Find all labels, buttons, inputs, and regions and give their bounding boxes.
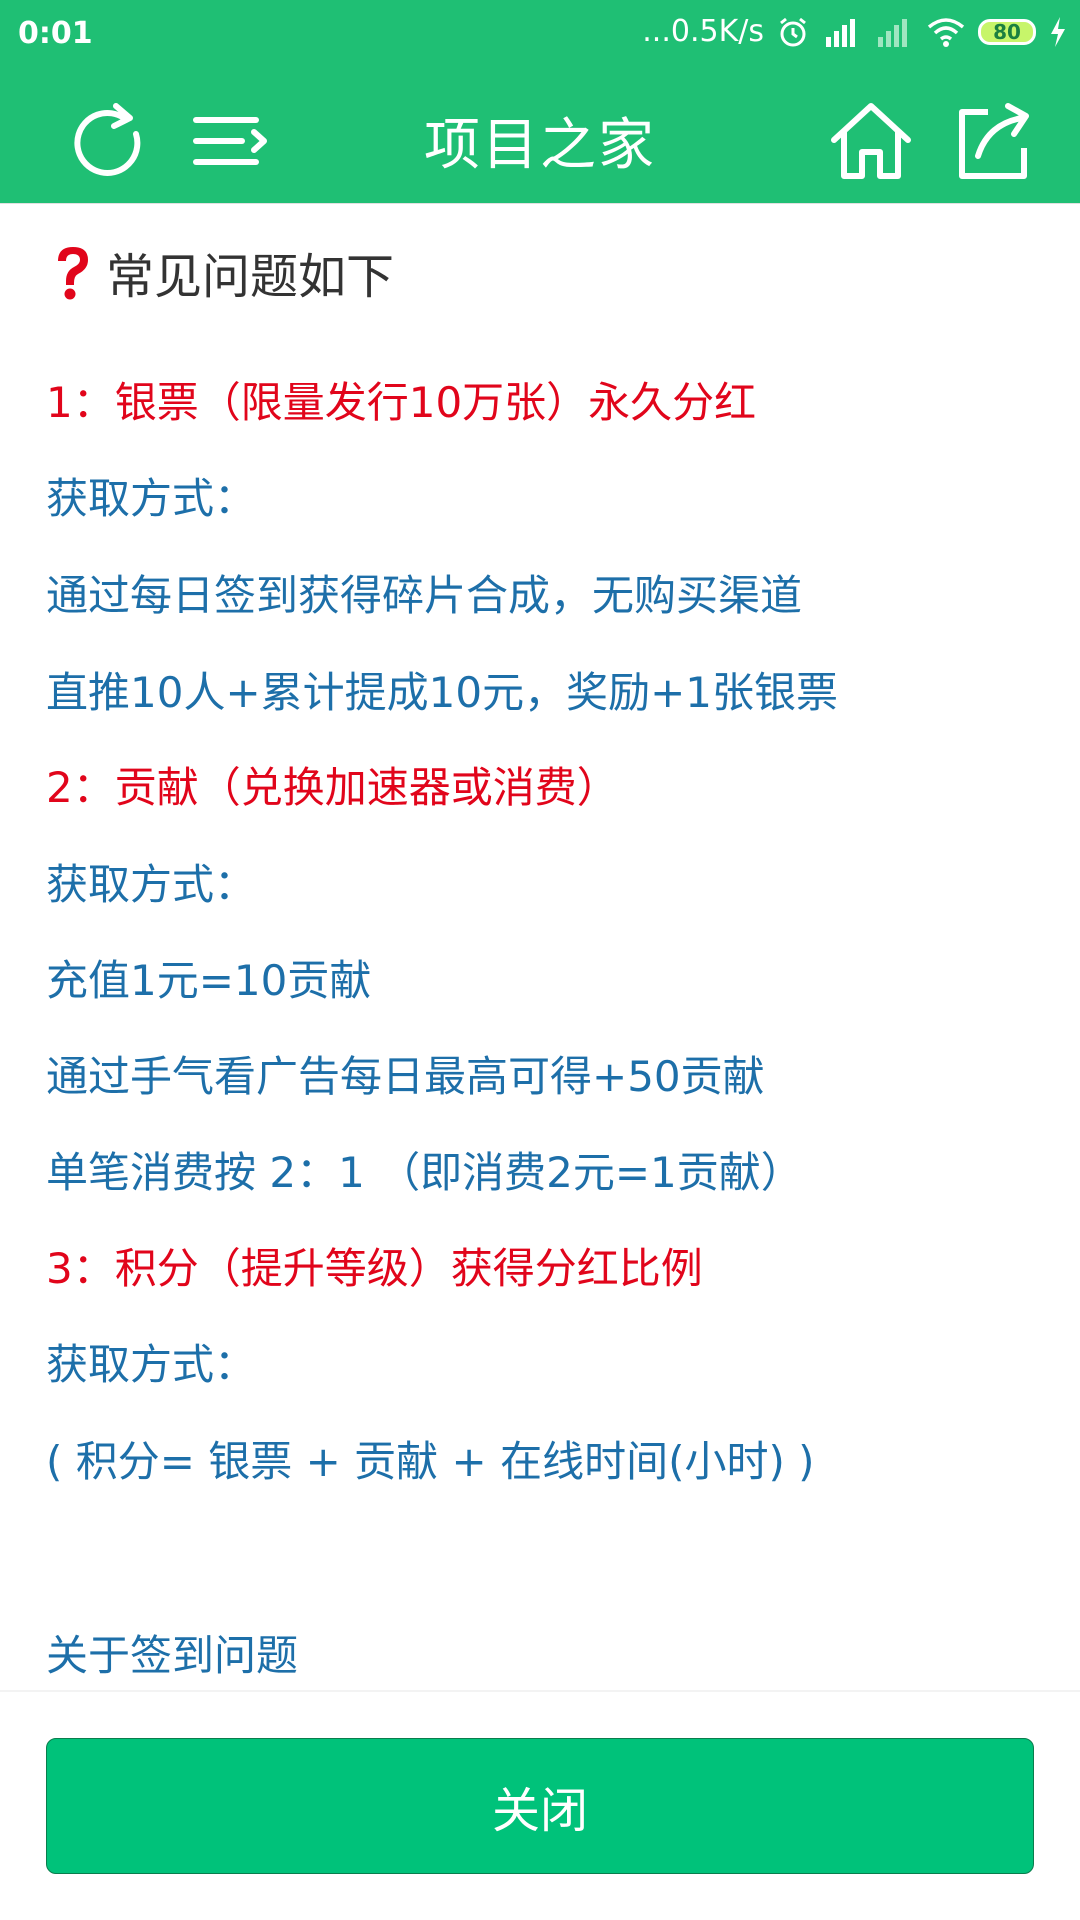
app-title: 项目之家	[424, 113, 656, 178]
faq-line: 1：银票（限量发行10万张）永久分红	[46, 378, 757, 427]
share-icon[interactable]	[948, 96, 1038, 186]
faq-link-signin[interactable]: 关于签到问题	[46, 1630, 298, 1682]
charging-bolt-icon	[1051, 16, 1065, 47]
faq-content: 常见问题如下 1：银票（限量发行10万张）永久分红 获取方式： 通过每日签到获得…	[0, 205, 1080, 1690]
faq-line: 获取方式：	[46, 474, 257, 523]
signal-no-sim-icon	[878, 18, 907, 47]
wifi-icon	[927, 17, 965, 47]
divider	[0, 1690, 1080, 1692]
faq-line: 2：贡献（兑换加速器或消费）	[46, 763, 619, 812]
signal-hd-icon	[826, 18, 855, 47]
close-button[interactable]: 关闭	[46, 1738, 1034, 1874]
faq-line: 获取方式：	[46, 1340, 257, 1389]
faq-line: 充值1元=10贡献	[46, 956, 372, 1005]
faq-line: 单笔消费按 2：1 （即消费2元=1贡献）	[46, 1148, 803, 1197]
faq-line: 通过每日签到获得碎片合成，无购买渠道	[46, 571, 803, 620]
status-bar: 0:01 ...0.5K/s 80	[0, 0, 1080, 70]
status-time: 0:01	[18, 16, 93, 51]
status-right-group: ...0.5K/s 80	[642, 14, 1068, 49]
faq-line: 获取方式：	[46, 860, 257, 909]
faq-heading-text: 常见问题如下	[106, 249, 395, 305]
faq-line: 通过手气看广告每日最高可得+50贡献	[46, 1052, 765, 1101]
network-speed: ...0.5K/s	[642, 14, 764, 49]
faq-heading: 常见问题如下	[48, 237, 394, 307]
battery-icon: 80	[978, 18, 1036, 45]
faq-line: ( 积分= 银票 + 贡献 + 在线时间(小时) )	[46, 1437, 815, 1486]
home-icon[interactable]	[826, 96, 916, 186]
faq-line: 3：积分（提升等级）获得分红比例	[46, 1244, 703, 1293]
faq-line: 直推10人+累计提成10元，奖励+1张银票	[46, 668, 838, 717]
alarm-icon	[780, 17, 806, 46]
question-mark-icon	[58, 247, 88, 300]
app-bar: 项目之家	[0, 70, 1080, 204]
